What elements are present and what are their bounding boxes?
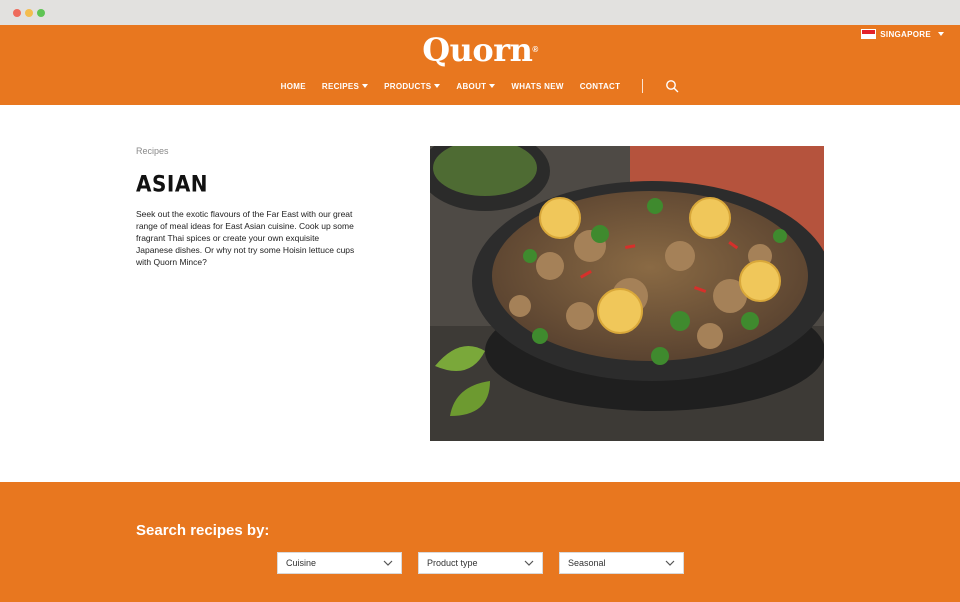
seasonal-select-label: Seasonal xyxy=(568,558,606,568)
nav-item-products[interactable]: PRODUCTS xyxy=(384,82,441,91)
minimize-window-button[interactable] xyxy=(25,9,33,17)
region-label: SINGAPORE xyxy=(880,29,931,39)
nav-item-recipes[interactable]: RECIPES xyxy=(322,82,369,91)
browser-chrome xyxy=(0,0,960,25)
maximize-window-button[interactable] xyxy=(37,9,45,17)
nav-divider xyxy=(642,79,644,93)
chevron-down-icon xyxy=(665,560,675,566)
site-header: Quorn® SINGAPORE HOME RECIPES PRODUCTS A… xyxy=(0,25,960,105)
cuisine-select[interactable]: Cuisine xyxy=(277,552,402,574)
nav-item-about[interactable]: ABOUT xyxy=(456,82,496,91)
quorn-logo[interactable]: Quorn® xyxy=(0,31,960,69)
chevron-down-icon xyxy=(489,84,496,88)
chevron-down-icon xyxy=(938,32,944,36)
nav-item-contact[interactable]: CONTACT xyxy=(580,82,621,91)
search-icon[interactable] xyxy=(665,79,679,93)
chevron-down-icon xyxy=(434,84,441,88)
asian-fried-rice-image xyxy=(430,146,824,441)
product-type-select-label: Product type xyxy=(427,558,478,568)
singapore-flag-icon xyxy=(861,29,877,39)
seasonal-select[interactable]: Seasonal xyxy=(559,552,684,574)
chevron-down-icon xyxy=(362,84,369,88)
close-window-button[interactable] xyxy=(13,9,21,17)
page-title: ASIAN xyxy=(136,170,209,198)
cuisine-select-label: Cuisine xyxy=(286,558,317,568)
nav-item-whats-new[interactable]: WHATS NEW xyxy=(511,82,563,91)
region-selector[interactable]: SINGAPORE xyxy=(861,29,944,39)
category-description: Seek out the exotic flavours of the Far … xyxy=(136,209,355,267)
nav-item-home[interactable]: HOME xyxy=(281,82,306,91)
recipe-search-section: Search recipes by: Cuisine Product type … xyxy=(0,482,960,602)
main-nav: HOME RECIPES PRODUCTS ABOUT WHATS NEW CO… xyxy=(0,79,960,93)
chevron-down-icon xyxy=(524,560,534,566)
hero-image xyxy=(430,146,824,441)
product-type-select[interactable]: Product type xyxy=(418,552,543,574)
chevron-down-icon xyxy=(383,560,393,566)
breadcrumb[interactable]: Recipes xyxy=(136,146,169,156)
logo-text: Quorn xyxy=(422,31,533,69)
search-heading: Search recipes by: xyxy=(136,522,270,539)
